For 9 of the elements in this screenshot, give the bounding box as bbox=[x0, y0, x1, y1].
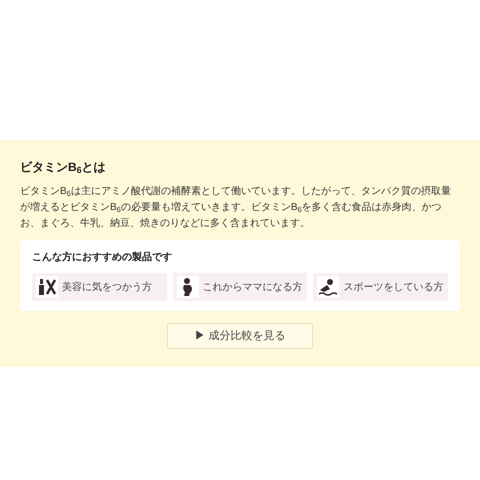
description-paragraph: ビタミンB$_{6}$は主にアミノ酸代謝の補酵素として働いています。したがって、タンパク質の摂取量が増えるとビタミンB$_{6}$の必要量も増えていきます。ビタミンB$_{6}$を多く含む食品は赤身肉、かつお、まぐろ、牛乳、納豆、焼きのりなどに多く含まれています。 bbox=[20, 184, 452, 231]
recommend-label: スポーツをしている方 bbox=[343, 280, 444, 294]
compare-button[interactable]: ▶ 成分比較を見る bbox=[167, 323, 313, 349]
swimmer-icon bbox=[318, 277, 338, 297]
cosmetics-icon bbox=[37, 277, 57, 297]
recommend-label: 美容に気をつかう方 bbox=[62, 280, 152, 294]
recommend-title: こんな方におすすめの製品です bbox=[32, 250, 173, 265]
section-title: ビタミンB$_{6}$とは bbox=[20, 159, 107, 176]
recommend-label: これからママになる方 bbox=[202, 280, 303, 294]
